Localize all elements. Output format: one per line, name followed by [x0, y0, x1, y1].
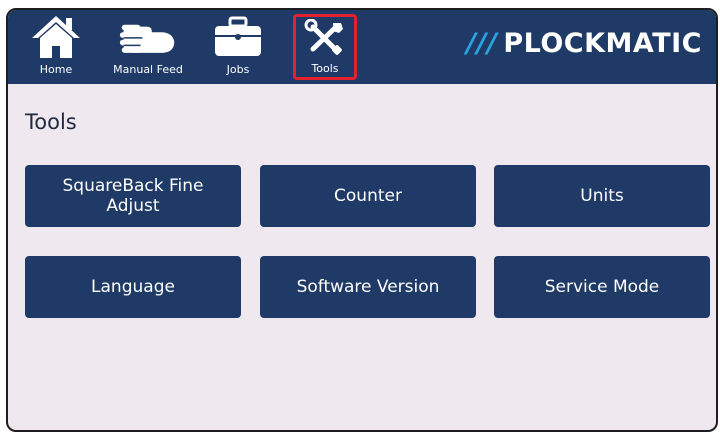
service-mode-button[interactable]: Service Mode	[494, 256, 710, 318]
nav-jobs[interactable]: Jobs	[204, 10, 272, 84]
briefcase-icon	[208, 10, 268, 62]
device-screen: Home Manual Feed Jobs Tools /// PLOCKMAT…	[6, 8, 718, 432]
brand-name: PLOCKMATIC	[503, 28, 702, 59]
brand-slashes: ///	[466, 28, 498, 59]
top-navigation-bar: Home Manual Feed Jobs Tools /// PLOCKMAT…	[8, 10, 716, 84]
nav-manual-feed-label: Manual Feed	[113, 63, 183, 76]
squareback-fine-adjust-button[interactable]: SquareBack Fine Adjust	[25, 165, 241, 227]
page-title: Tools	[25, 110, 77, 134]
nav-tools-label: Tools	[311, 62, 339, 75]
language-button[interactable]: Language	[25, 256, 241, 318]
software-version-button[interactable]: Software Version	[260, 256, 476, 318]
tools-icon	[295, 17, 355, 61]
home-icon	[26, 10, 86, 62]
nav-manual-feed[interactable]: Manual Feed	[98, 10, 198, 84]
plockmatic-logo: /// PLOCKMATIC	[466, 28, 702, 59]
nav-home[interactable]: Home	[16, 10, 96, 84]
units-button[interactable]: Units	[494, 165, 710, 227]
hand-icon	[118, 10, 178, 62]
nav-jobs-label: Jobs	[226, 63, 250, 76]
counter-button[interactable]: Counter	[260, 165, 476, 227]
nav-tools[interactable]: Tools	[293, 14, 357, 80]
nav-home-label: Home	[39, 63, 73, 76]
